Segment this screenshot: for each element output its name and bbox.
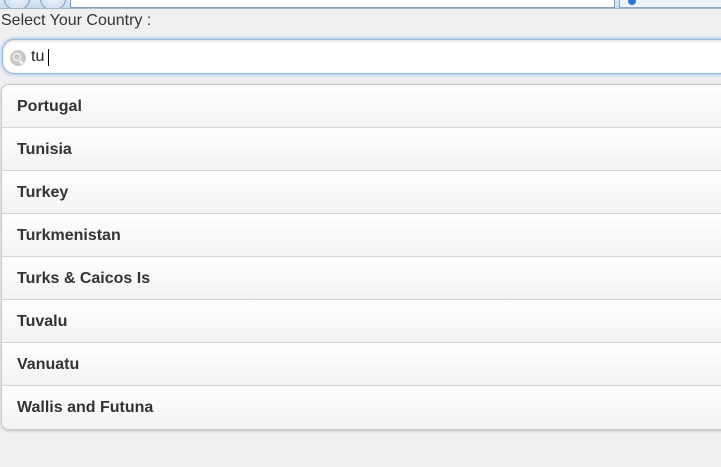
browser-toolbar-strip bbox=[0, 0, 721, 9]
list-item-portugal[interactable]: Portugal bbox=[2, 85, 721, 128]
forward-button[interactable] bbox=[40, 0, 66, 8]
list-item-turkey[interactable]: Turkey bbox=[2, 171, 721, 214]
browser-tab[interactable] bbox=[619, 0, 721, 8]
address-bar[interactable] bbox=[70, 0, 615, 8]
text-caret bbox=[48, 49, 49, 66]
back-button[interactable] bbox=[4, 0, 30, 8]
list-item-vanuatu[interactable]: Vanuatu bbox=[2, 343, 721, 386]
search-box[interactable] bbox=[2, 39, 721, 74]
list-item-tunisia[interactable]: Tunisia bbox=[2, 128, 721, 171]
country-search-input[interactable] bbox=[31, 47, 681, 67]
globe-icon bbox=[628, 0, 636, 5]
country-results-list: Portugal Tunisia Turkey Turkmenistan Tur… bbox=[1, 84, 721, 430]
list-item-wallis-futuna[interactable]: Wallis and Futuna bbox=[2, 386, 721, 429]
list-item-turkmenistan[interactable]: Turkmenistan bbox=[2, 214, 721, 257]
country-prompt-label: Select Your Country : bbox=[1, 12, 152, 29]
list-item-turks-caicos[interactable]: Turks & Caicos Is bbox=[2, 257, 721, 300]
list-item-tuvalu[interactable]: Tuvalu bbox=[2, 300, 721, 343]
search-icon bbox=[10, 50, 26, 66]
